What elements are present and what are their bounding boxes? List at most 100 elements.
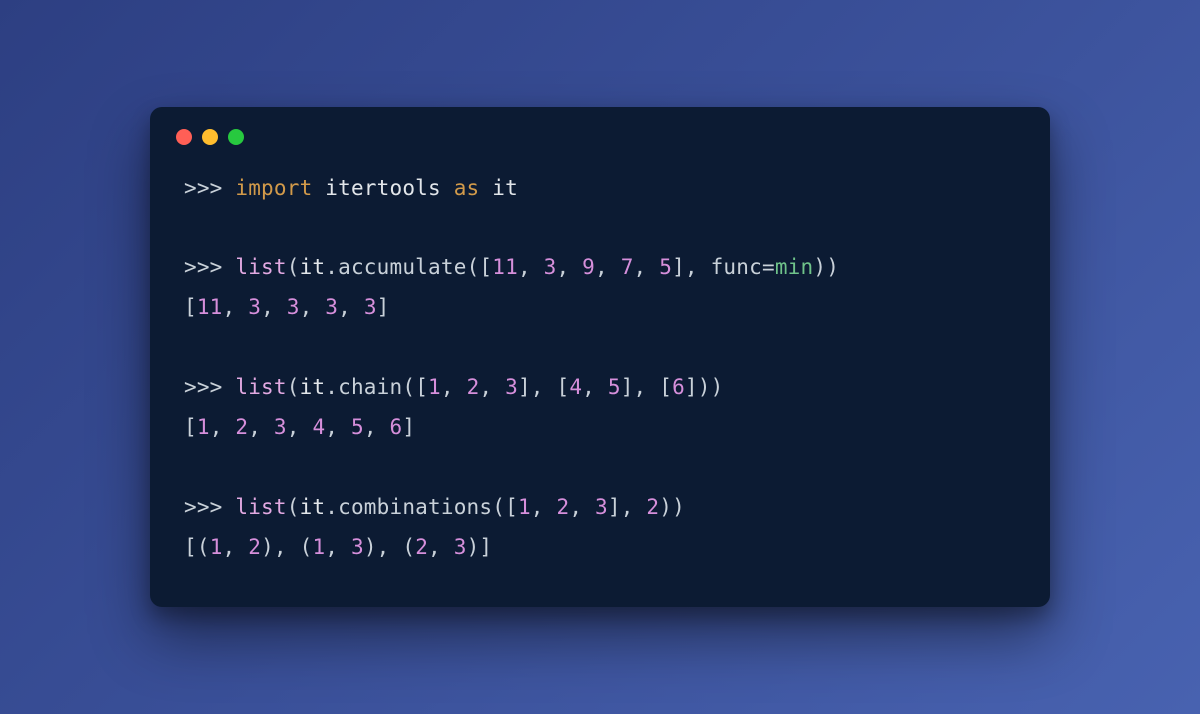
- number-literal: 4: [312, 415, 325, 439]
- number-literal: 1: [312, 535, 325, 559]
- paren-close: ): [698, 375, 711, 399]
- obj-it: it: [300, 255, 326, 279]
- paren-close: ): [813, 255, 826, 279]
- number-literal: 1: [210, 535, 223, 559]
- number-literal: 3: [287, 295, 300, 319]
- bracket-open: [: [659, 375, 672, 399]
- tuple-open: [(: [184, 535, 210, 559]
- keyword-import: import: [235, 176, 312, 200]
- obj-it: it: [300, 495, 326, 519]
- number-literal: 6: [390, 415, 403, 439]
- number-literal: 11: [197, 295, 223, 319]
- comma: ,: [325, 535, 351, 559]
- repl-prompt: >>>: [184, 176, 235, 200]
- repl-prompt: >>>: [184, 375, 235, 399]
- number-literal: 3: [505, 375, 518, 399]
- comma: ,: [300, 295, 326, 319]
- number-literal: 6: [672, 375, 685, 399]
- code-line: >>> list(it.accumulate([11, 3, 9, 7, 5],…: [184, 255, 839, 279]
- number-literal: 3: [454, 535, 467, 559]
- equals: =: [762, 255, 775, 279]
- bracket-open: [: [479, 255, 492, 279]
- paren-open: (: [287, 375, 300, 399]
- comma: ,: [556, 255, 582, 279]
- number-literal: 3: [364, 295, 377, 319]
- paren-close: ): [711, 375, 724, 399]
- kwarg-name: func: [711, 255, 762, 279]
- number-literal: 1: [428, 375, 441, 399]
- output-line: [11, 3, 3, 3, 3]: [184, 295, 390, 319]
- number-literal: 3: [544, 255, 557, 279]
- number-literal: 5: [351, 415, 364, 439]
- bracket-close: ]: [672, 255, 685, 279]
- alias-name: it: [492, 176, 518, 200]
- comma: ,: [634, 255, 660, 279]
- comma: ,: [685, 255, 711, 279]
- builtin-min: min: [775, 255, 814, 279]
- fn-list: list: [235, 255, 286, 279]
- code-block: >>> import itertools as it >>> list(it.a…: [150, 157, 1050, 576]
- fn-list: list: [235, 375, 286, 399]
- comma: ,: [531, 375, 557, 399]
- bracket-close: ]: [518, 375, 531, 399]
- fn-list: list: [235, 495, 286, 519]
- blank-line: [184, 328, 1016, 368]
- number-literal: 2: [646, 495, 659, 519]
- bracket-close: ]: [402, 415, 415, 439]
- dot: .: [325, 375, 338, 399]
- comma: ,: [223, 295, 249, 319]
- comma: ,: [338, 295, 364, 319]
- bracket-close: ]: [608, 495, 621, 519]
- number-literal: 3: [595, 495, 608, 519]
- number-literal: 1: [197, 415, 210, 439]
- comma: ,: [531, 495, 557, 519]
- paren-close: ): [826, 255, 839, 279]
- method-chain: chain: [338, 375, 402, 399]
- number-literal: 2: [467, 375, 480, 399]
- keyword-as: as: [454, 176, 480, 200]
- number-literal: 2: [556, 495, 569, 519]
- paren-open: (: [402, 375, 415, 399]
- comma: ,: [223, 535, 249, 559]
- comma: ,: [634, 375, 660, 399]
- dot: .: [325, 255, 338, 279]
- minimize-icon[interactable]: [202, 129, 218, 145]
- number-literal: 2: [248, 535, 261, 559]
- method-accumulate: accumulate: [338, 255, 466, 279]
- zoom-icon[interactable]: [228, 129, 244, 145]
- tuple-close: )]: [467, 535, 493, 559]
- number-literal: 3: [325, 295, 338, 319]
- terminal-window: >>> import itertools as it >>> list(it.a…: [150, 107, 1050, 608]
- number-literal: 5: [659, 255, 672, 279]
- tuple-sep: ), (: [261, 535, 312, 559]
- comma: ,: [325, 415, 351, 439]
- repl-prompt: >>>: [184, 255, 235, 279]
- comma: ,: [428, 535, 454, 559]
- number-literal: 2: [235, 415, 248, 439]
- comma: ,: [248, 415, 274, 439]
- comma: ,: [479, 375, 505, 399]
- bracket-open: [: [505, 495, 518, 519]
- code-line: >>> list(it.chain([1, 2, 3], [4, 5], [6]…: [184, 375, 723, 399]
- bracket-open: [: [184, 415, 197, 439]
- number-literal: 7: [621, 255, 634, 279]
- dot: .: [325, 495, 338, 519]
- number-literal: 4: [569, 375, 582, 399]
- paren-close: ): [672, 495, 685, 519]
- number-literal: 9: [582, 255, 595, 279]
- comma: ,: [210, 415, 236, 439]
- close-icon[interactable]: [176, 129, 192, 145]
- blank-line: [184, 208, 1016, 248]
- number-literal: 1: [518, 495, 531, 519]
- comma: ,: [595, 255, 621, 279]
- tuple-sep: ), (: [364, 535, 415, 559]
- module-name: itertools: [325, 176, 441, 200]
- bracket-open: [: [184, 295, 197, 319]
- comma: ,: [364, 415, 390, 439]
- bracket-close: ]: [621, 375, 634, 399]
- code-line: >>> list(it.combinations([1, 2, 3], 2)): [184, 495, 685, 519]
- bracket-open: [: [415, 375, 428, 399]
- comma: ,: [518, 255, 544, 279]
- paren-open: (: [467, 255, 480, 279]
- number-literal: 3: [351, 535, 364, 559]
